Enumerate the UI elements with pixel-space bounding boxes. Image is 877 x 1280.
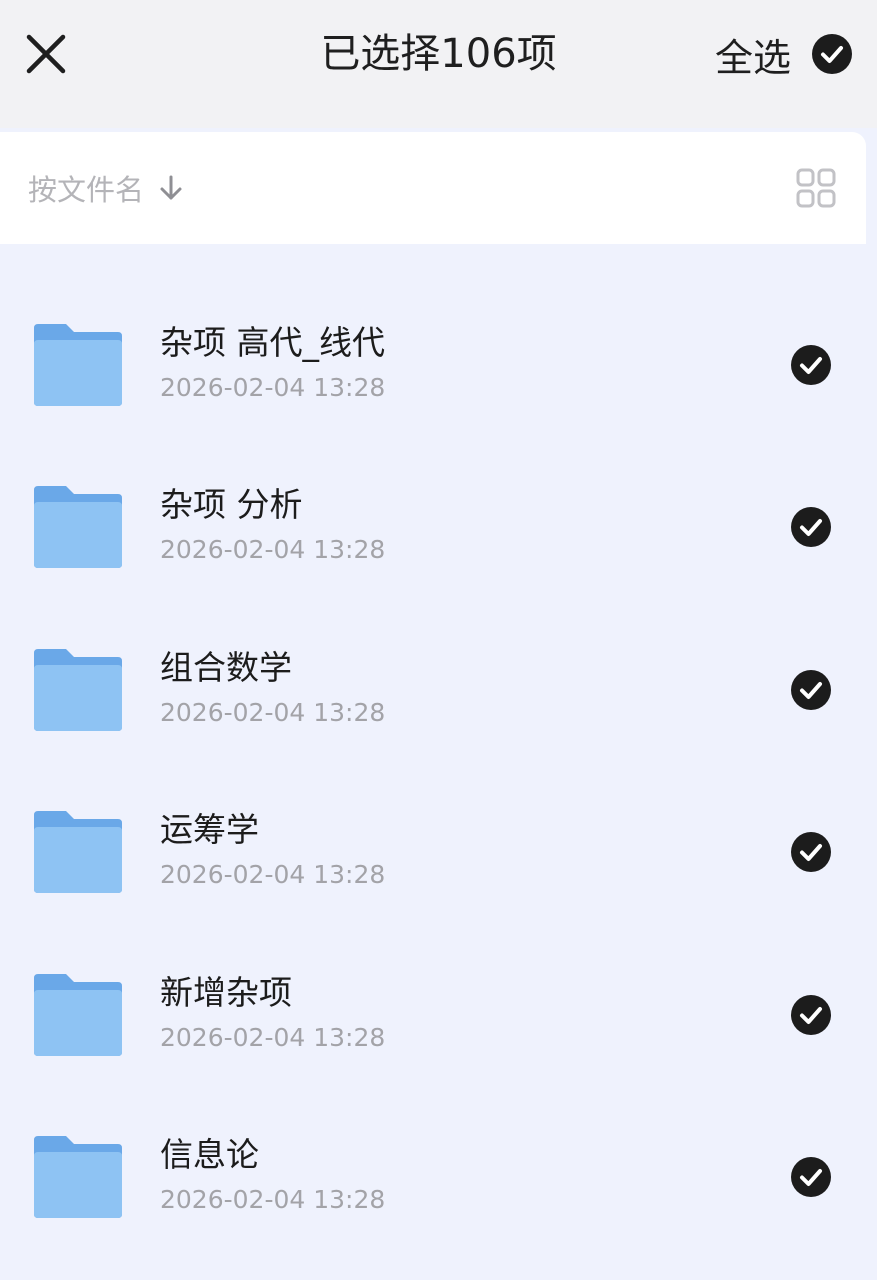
file-name: 组合数学	[160, 648, 292, 687]
file-name: 杂项 分析	[160, 485, 303, 524]
folder-icon	[34, 486, 122, 568]
check-circle-icon[interactable]	[790, 506, 832, 548]
file-name: 运筹学	[160, 810, 259, 849]
select-all-button[interactable]: 全选	[715, 26, 853, 82]
folder-icon	[34, 649, 122, 731]
list-item[interactable]: 杂项 高代_线代 2026-02-04 13:28	[0, 250, 877, 410]
file-date: 2026-02-04 13:28	[160, 1023, 386, 1052]
file-date: 2026-02-04 13:28	[160, 698, 386, 727]
sort-bar: 按文件名	[0, 132, 866, 244]
sort-by-name-button[interactable]: 按文件名	[28, 162, 184, 214]
list-item[interactable]: 杂项 分析 2026-02-04 13:28	[0, 412, 877, 572]
grid-view-button[interactable]	[792, 164, 840, 212]
file-date: 2026-02-04 13:28	[160, 1185, 386, 1214]
file-date: 2026-02-04 13:28	[160, 535, 386, 564]
file-date: 2026-02-04 13:28	[160, 860, 386, 889]
check-circle-icon[interactable]	[790, 344, 832, 386]
list-item[interactable]: 新增杂项 2026-02-04 13:28	[0, 900, 877, 1060]
file-name: 信息论	[160, 1135, 259, 1174]
check-circle-icon[interactable]	[790, 831, 832, 873]
file-name: 杂项 高代_线代	[160, 323, 385, 362]
check-circle-icon[interactable]	[790, 669, 832, 711]
sort-label: 按文件名	[28, 173, 145, 207]
folder-icon	[34, 974, 122, 1056]
file-name: 新增杂项	[160, 973, 292, 1012]
folder-icon	[34, 324, 122, 406]
folder-icon	[34, 1136, 122, 1218]
check-circle-icon	[812, 34, 852, 74]
list-item[interactable]: 信息论 2026-02-04 13:28	[0, 1062, 877, 1222]
list-item[interactable]: 组合数学 2026-02-04 13:28	[0, 575, 877, 735]
select-all-label: 全选	[714, 35, 791, 80]
grid-view-icon	[796, 168, 836, 208]
arrow-down-icon	[160, 175, 182, 200]
check-circle-icon[interactable]	[790, 1156, 832, 1198]
folder-icon	[34, 811, 122, 893]
list-item[interactable]: 运筹学 2026-02-04 13:28	[0, 737, 877, 897]
file-date: 2026-02-04 13:28	[160, 373, 386, 402]
top-bar: 已选择106项 全选	[0, 0, 877, 128]
check-circle-icon[interactable]	[790, 994, 832, 1036]
